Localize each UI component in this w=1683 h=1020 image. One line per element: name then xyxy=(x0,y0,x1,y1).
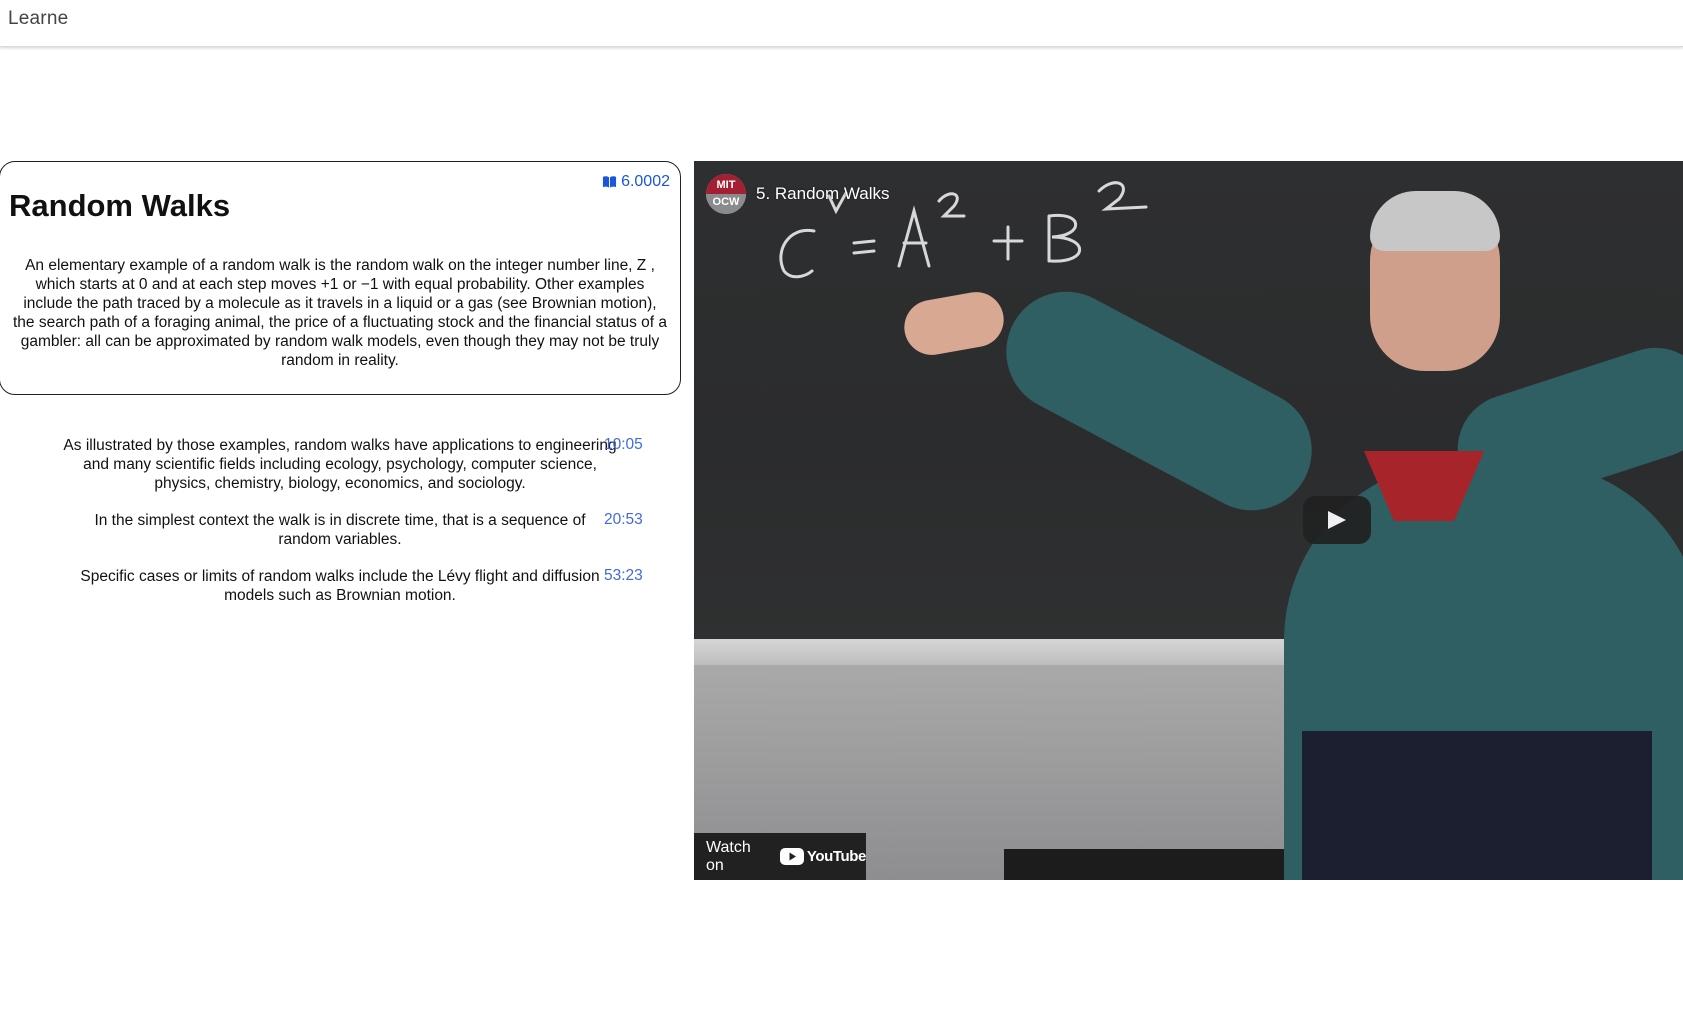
video-header[interactable]: MIT OCW 5. Random Walks xyxy=(706,174,890,214)
youtube-logo: YouTube xyxy=(779,848,867,865)
course-link[interactable]: 6.0002 xyxy=(602,173,670,191)
lecturer-hair xyxy=(1370,191,1500,251)
top-nav-bar: Learne xyxy=(0,0,1683,47)
chapter-list: As illustrated by those examples, random… xyxy=(0,436,680,623)
video-title[interactable]: 5. Random Walks xyxy=(756,184,890,204)
course-code: 6.0002 xyxy=(621,173,670,190)
youtube-wordmark: YouTube xyxy=(806,848,867,865)
chapter-text: As illustrated by those examples, random… xyxy=(63,437,617,492)
chapter-timestamp-link[interactable]: 53:23 xyxy=(604,567,643,585)
play-icon xyxy=(1328,511,1346,529)
chapter-text: Specific cases or limits of random walks… xyxy=(80,568,600,604)
channel-avatar[interactable]: MIT OCW xyxy=(706,174,746,214)
lecturer-pants xyxy=(1302,731,1652,880)
channel-avatar-bottom: OCW xyxy=(706,194,746,214)
watch-on-label: Watch on xyxy=(706,838,751,874)
book-icon xyxy=(603,176,617,188)
watch-on-youtube-button[interactable]: Watch on YouTube xyxy=(694,833,866,880)
chapter-item: Specific cases or limits of random walks… xyxy=(0,567,680,605)
channel-avatar-top: MIT xyxy=(706,174,746,194)
brand-logo-text[interactable]: Learne xyxy=(8,8,68,30)
topic-title: Random Walks xyxy=(9,188,231,223)
play-button[interactable] xyxy=(1303,496,1371,544)
chapter-timestamp-link[interactable]: 10:05 xyxy=(604,436,643,454)
topic-card: 6.0002 Random Walks An elementary exampl… xyxy=(0,161,681,395)
youtube-icon xyxy=(779,848,804,865)
chapter-item: In the simplest context the walk is in d… xyxy=(0,511,680,549)
chapter-text: In the simplest context the walk is in d… xyxy=(94,512,586,548)
topic-description: An elementary example of a random walk i… xyxy=(13,257,667,369)
chapter-item: As illustrated by those examples, random… xyxy=(0,436,680,493)
video-player[interactable]: MIT OCW 5. Random Walks Watch on YouTube xyxy=(694,161,1683,880)
chapter-timestamp-link[interactable]: 20:53 xyxy=(604,511,643,529)
